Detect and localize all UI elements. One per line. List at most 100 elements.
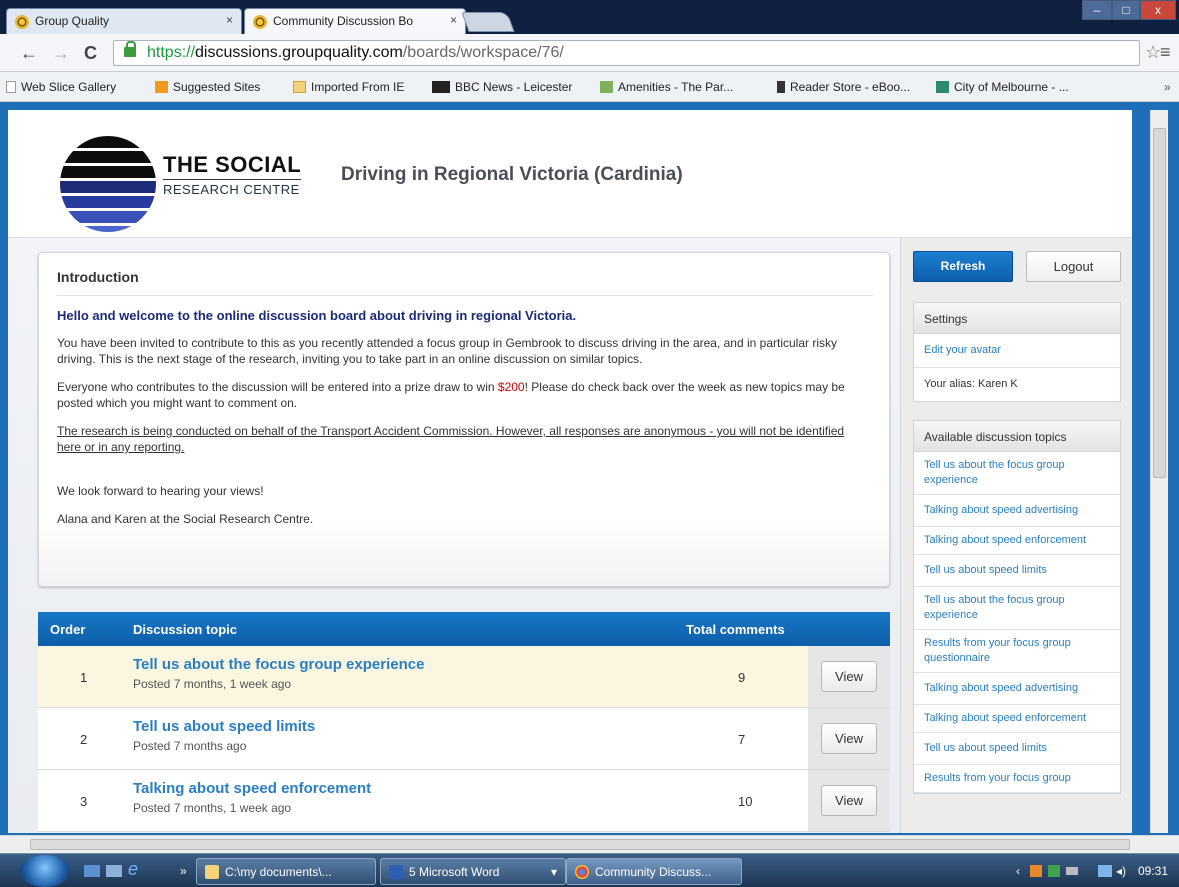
row-action-cell: View [808, 770, 890, 831]
row-posted-date: Posted 7 months, 1 week ago [133, 677, 292, 691]
site-header: THE SOCIAL RESEARCH CENTRE Driving in Re… [8, 110, 1132, 238]
sidebar-topic-link[interactable]: Results from your focus group [914, 765, 1120, 793]
topics-panel: Available discussion topics Tell us abou… [913, 420, 1121, 794]
minimize-button[interactable]: – [1082, 0, 1112, 20]
address-toolbar: ← → C https://discussions.groupquality.c… [0, 34, 1179, 72]
edit-avatar-link[interactable]: Edit your avatar [914, 334, 1120, 368]
horizontal-scrollbar[interactable] [0, 835, 1179, 853]
page-viewport: THE SOCIAL RESEARCH CENTRE Driving in Re… [8, 110, 1132, 833]
close-tab-icon[interactable]: × [226, 13, 233, 27]
address-bar[interactable]: https://discussions.groupquality.com/boa… [113, 40, 1140, 66]
main-content: Introduction Hello and welcome to the on… [8, 238, 900, 833]
view-button[interactable]: View [821, 661, 877, 692]
url-scheme: https:// [147, 44, 196, 61]
vertical-scrollbar[interactable] [1150, 110, 1168, 833]
tray-expand-icon[interactable]: ‹ [1016, 864, 1020, 878]
melbourne-icon [936, 81, 949, 93]
network-icon[interactable] [1098, 865, 1112, 877]
tab-community-discussion[interactable]: Community Discussion Bo × [244, 8, 466, 34]
site-title: Driving in Regional Victoria (Cardinia) [341, 164, 683, 185]
tab-group-quality[interactable]: Group Quality × [6, 8, 242, 34]
show-desktop-icon[interactable] [84, 865, 100, 877]
row-topic-link[interactable]: Tell us about the focus group experience [133, 656, 424, 673]
refresh-button[interactable]: Refresh [913, 251, 1013, 282]
sidebar-topic-link[interactable]: Talking about speed enforcement [914, 705, 1120, 733]
chevron-down-icon: ▾ [550, 865, 557, 879]
windows-taskbar: e » C:\my documents\... 5 Microsoft Word… [0, 853, 1179, 887]
taskbar-item-chrome[interactable]: Community Discuss... [566, 858, 742, 885]
horizontal-scroll-thumb[interactable] [30, 839, 1130, 850]
gear-favicon-icon [253, 15, 267, 29]
sidebar-topic-link[interactable]: Talking about speed advertising [914, 673, 1120, 705]
bookmark-imported-from-ie[interactable]: Imported From IE [293, 80, 404, 94]
sidebar-topic-link[interactable]: Tell us about the focus group experience [914, 587, 1120, 630]
bookmark-bbc-news[interactable]: BBC News - Leicester [432, 80, 572, 94]
view-button[interactable]: View [821, 723, 877, 754]
quicklaunch-more-icon[interactable]: » [180, 864, 187, 878]
bookmark-suggested-sites[interactable]: Suggested Sites [155, 80, 260, 94]
welcome-text: Hello and welcome to the online discussi… [57, 308, 577, 323]
reader-icon [777, 81, 785, 93]
introduction-panel: Introduction Hello and welcome to the on… [38, 252, 890, 587]
row-order: 1 [80, 670, 88, 685]
bookmark-amenities[interactable]: Amenities - The Par... [600, 80, 733, 94]
sidebar-topic-link[interactable]: Talking about speed advertising [914, 495, 1120, 527]
forward-arrow-icon[interactable]: → [52, 43, 70, 64]
intro-signature: Alana and Karen at the Social Research C… [57, 512, 314, 526]
column-header-topic: Discussion topic [133, 622, 238, 637]
tray-app-icon[interactable] [1030, 865, 1042, 877]
tab-label: Community Discussion Bo [273, 14, 414, 28]
discussion-topics-table: Order Discussion topic Total comments 1 … [38, 612, 890, 832]
brand-line2: RESEARCH CENTRE [163, 179, 302, 197]
clock[interactable]: 09:31 [1138, 864, 1168, 878]
table-header: Order Discussion topic Total comments [38, 612, 890, 646]
column-header-comments: Total comments [686, 622, 785, 637]
sidebar-topic-link[interactable]: Talking about speed enforcement [914, 527, 1120, 555]
view-button[interactable]: View [821, 785, 877, 816]
brand-wordmark: THE SOCIAL RESEARCH CENTRE [163, 152, 302, 197]
tray-shield-icon[interactable] [1048, 865, 1060, 877]
bbc-icon [432, 81, 450, 93]
internet-explorer-icon[interactable]: e [128, 859, 138, 880]
logout-button[interactable]: Logout [1026, 251, 1121, 282]
bookmark-web-slice-gallery[interactable]: Web Slice Gallery [6, 80, 116, 94]
start-button[interactable] [20, 855, 70, 887]
vertical-scroll-thumb[interactable] [1153, 128, 1166, 478]
taskbar-item-explorer[interactable]: C:\my documents\... [196, 858, 376, 885]
tab-label: Group Quality [35, 14, 110, 28]
sidebar-topic-link[interactable]: Tell us about the focus group experience [914, 452, 1120, 495]
close-tab-icon[interactable]: × [450, 13, 457, 27]
table-row: 3 Talking about speed enforcement Posted… [38, 770, 890, 832]
intro-paragraph-prize: Everyone who contributes to the discussi… [57, 380, 845, 410]
alias-text: Your alias: Karen K [924, 378, 1018, 390]
word-icon [389, 865, 403, 879]
column-header-order: Order [50, 622, 86, 637]
settings-heading: Settings [914, 303, 1120, 334]
maximize-button[interactable]: □ [1112, 0, 1140, 20]
bookmark-city-of-melbourne[interactable]: City of Melbourne - ... [936, 80, 1069, 94]
sidebar-topic-link[interactable]: Results from your focus group questionna… [914, 630, 1120, 673]
bookmarks-bar: Web Slice Gallery Suggested Sites Import… [0, 72, 1179, 102]
bookmarks-more-button[interactable]: » [1164, 80, 1171, 94]
settings-panel: Settings Edit your avatar Your alias: Ka… [913, 302, 1121, 402]
back-arrow-icon[interactable]: ← [20, 43, 38, 64]
volume-icon[interactable]: ◂) [1116, 864, 1126, 878]
bookmark-star-icon[interactable]: ☆ [1145, 42, 1161, 63]
intro-heading: Introduction [57, 269, 873, 296]
switch-windows-icon[interactable] [106, 865, 122, 877]
intro-paragraph-invite: You have been invited to contribute to t… [57, 336, 838, 366]
table-row: 1 Tell us about the focus group experien… [38, 646, 890, 708]
close-window-button[interactable]: x [1140, 0, 1176, 20]
url-host: discussions.groupquality.com [195, 44, 403, 61]
taskbar-item-word[interactable]: 5 Microsoft Word ▾ [380, 858, 566, 885]
sidebar-topic-link[interactable]: Tell us about speed limits [914, 733, 1120, 765]
row-topic-link[interactable]: Talking about speed enforcement [133, 780, 371, 797]
menu-icon[interactable]: ≡ [1160, 42, 1171, 63]
bookmark-reader-store[interactable]: Reader Store - eBoo... [777, 80, 910, 94]
tray-device-icon[interactable] [1066, 867, 1078, 875]
prize-amount: $200 [497, 380, 525, 394]
reload-icon[interactable]: C [84, 43, 97, 64]
sidebar-topic-link[interactable]: Tell us about speed limits [914, 555, 1120, 587]
new-tab-button[interactable] [461, 12, 515, 32]
row-topic-link[interactable]: Tell us about speed limits [133, 718, 315, 735]
